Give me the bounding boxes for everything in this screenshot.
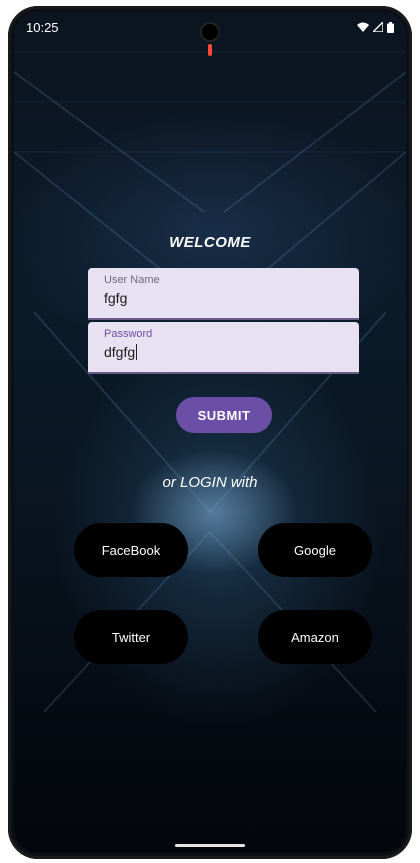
submit-button[interactable]: SUBMIT: [176, 397, 272, 433]
password-label: Password: [104, 328, 153, 340]
facebook-login-button[interactable]: FaceBook: [74, 523, 188, 577]
battery-icon: [387, 21, 394, 33]
password-input[interactable]: dfgfg: [104, 344, 135, 360]
home-indicator[interactable]: [175, 844, 245, 847]
phone-frame: 10:25 WELCOME User Name fgfg Password df…: [8, 6, 412, 859]
status-icons: [357, 21, 394, 33]
or-login-with-label: or LOGIN with: [162, 474, 258, 491]
password-input-wrap[interactable]: dfgfg: [104, 344, 345, 360]
welcome-title: WELCOME: [169, 234, 251, 251]
password-field[interactable]: Password dfgfg: [88, 322, 359, 374]
amazon-login-button[interactable]: Amazon: [258, 610, 372, 664]
camera-indicator: [208, 44, 212, 56]
username-label: User Name: [104, 274, 160, 286]
twitter-login-button[interactable]: Twitter: [74, 610, 188, 664]
wifi-icon: [357, 22, 369, 32]
text-caret: [136, 344, 138, 360]
front-camera: [202, 24, 218, 40]
username-input[interactable]: fgfg: [104, 290, 345, 306]
signal-icon: [373, 22, 383, 32]
app-screen: 10:25 WELCOME User Name fgfg Password df…: [14, 12, 406, 853]
username-field[interactable]: User Name fgfg: [88, 268, 359, 320]
status-time: 10:25: [26, 19, 59, 35]
google-login-button[interactable]: Google: [258, 523, 372, 577]
